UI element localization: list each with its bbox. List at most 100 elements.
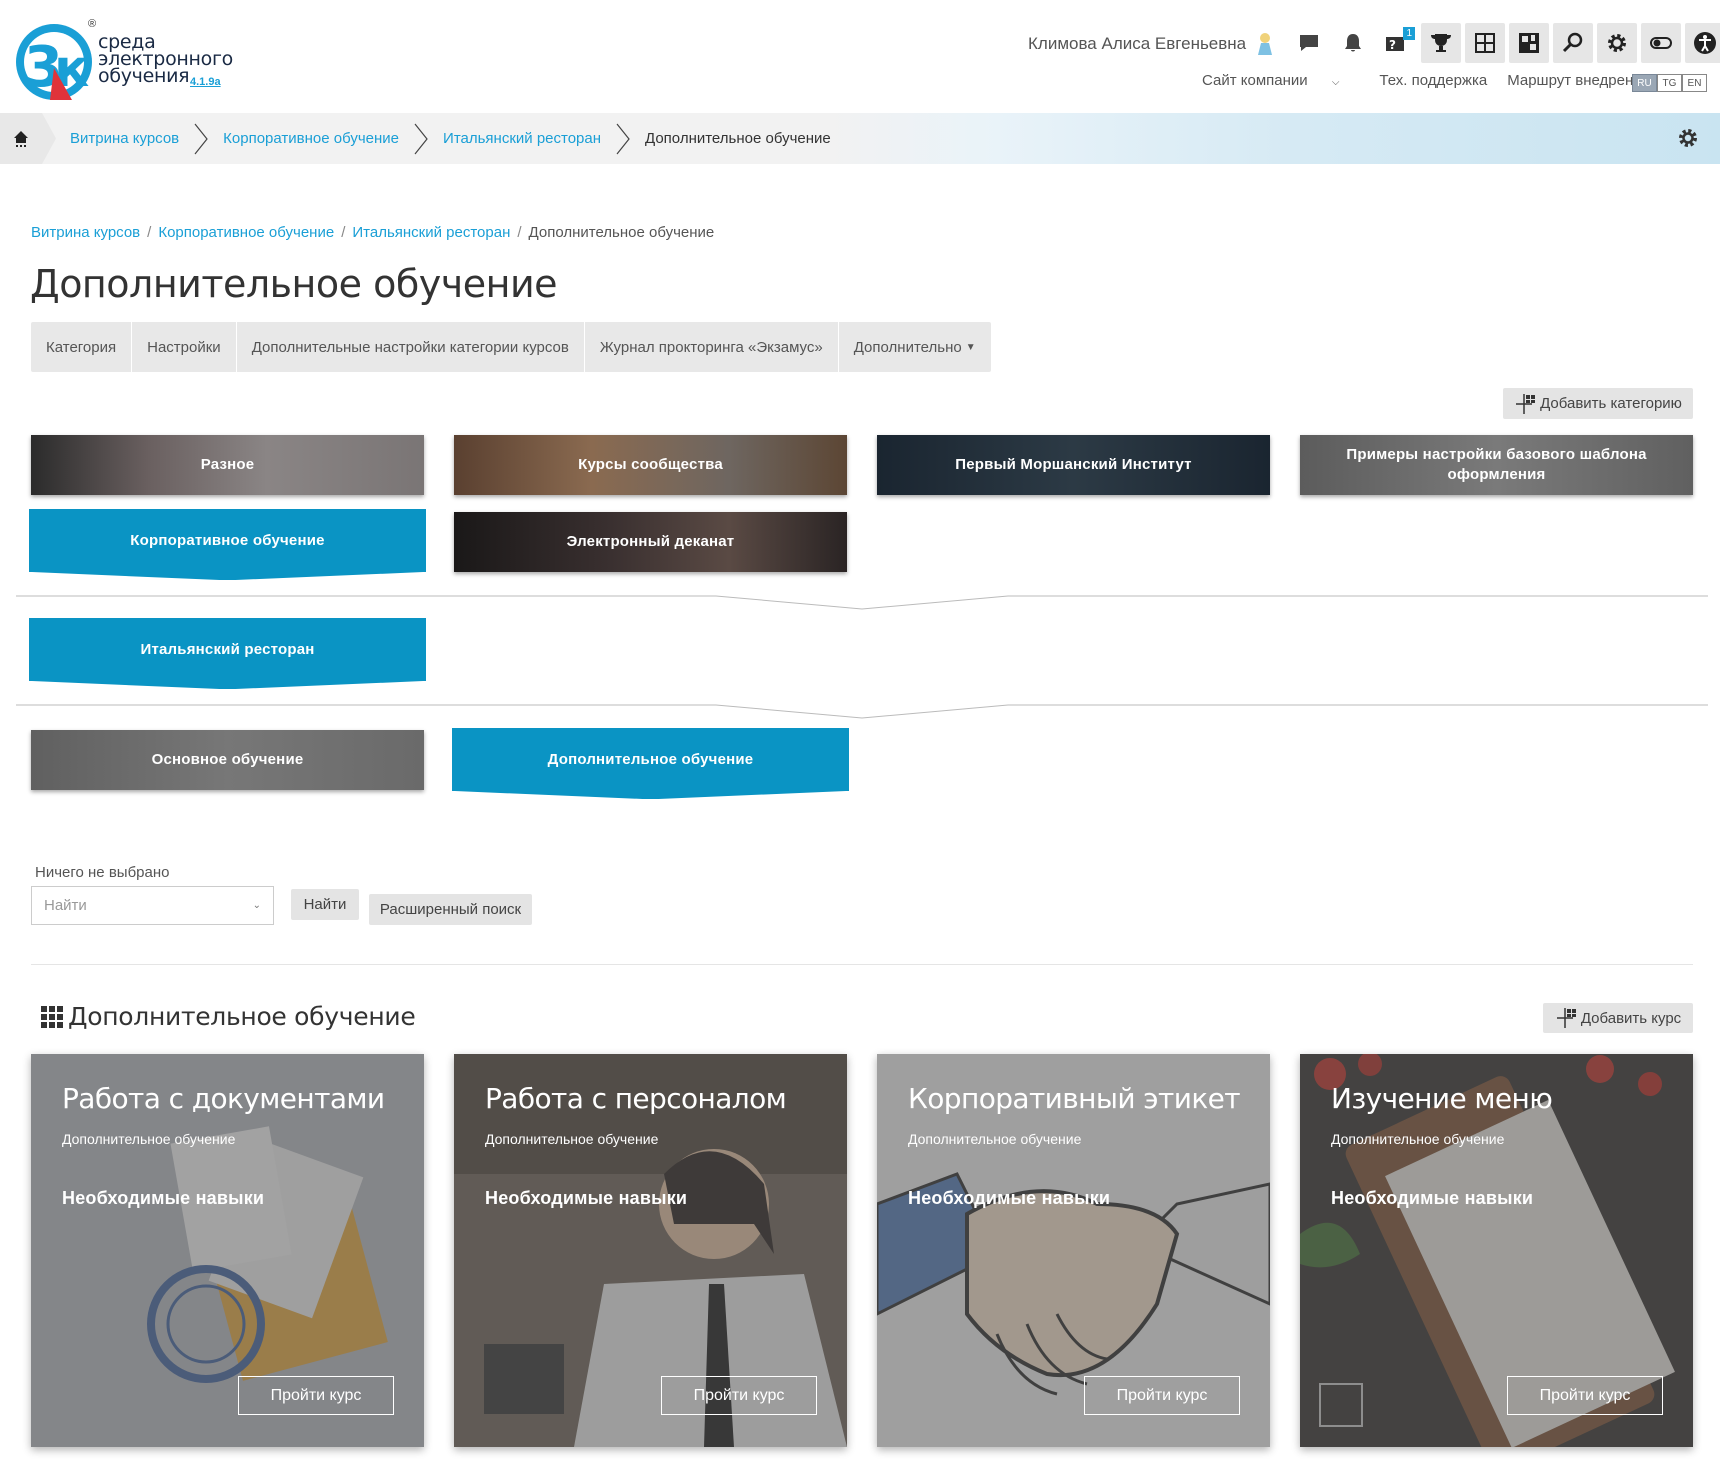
search-icon — [1562, 32, 1583, 53]
add-category-label: Добавить категорию — [1540, 395, 1682, 412]
category-tile-label: Дополнительное обучение — [547, 750, 754, 768]
course-card-documents[interactable]: Работа с документами Дополнительное обуч… — [31, 1054, 424, 1447]
course-skills: Необходимые навыки — [485, 1188, 688, 1208]
category-tile-community[interactable]: Курсы сообщества — [454, 435, 847, 495]
grid-icon — [1475, 33, 1495, 53]
category-tile-template-examples[interactable]: Примеры настройки базового шаблона оформ… — [1300, 435, 1693, 495]
breadcrumb-separator: / — [517, 224, 522, 241]
chat-icon — [1300, 35, 1318, 51]
search-input[interactable]: Найти ⌄ — [31, 886, 274, 925]
course-skills: Необходимые навыки — [62, 1188, 265, 1208]
start-course-button[interactable]: Пройти курс — [1507, 1376, 1663, 1415]
add-course-label: Добавить курс — [1580, 1009, 1682, 1027]
category-tile-label: Основное обучение — [151, 751, 304, 768]
gear-icon — [1608, 34, 1626, 52]
breadcrumb-separator: / — [147, 224, 152, 241]
add-course-button[interactable]: Добавить курс — [1543, 1003, 1693, 1033]
category-tile-additional-training[interactable]: Дополнительное обучение — [452, 728, 849, 791]
crumb-italian-restaurant[interactable]: Итальянский ресторан — [429, 130, 615, 147]
category-tile-basic-training[interactable]: Основное обучение — [31, 730, 424, 790]
course-category: Дополнительное обучение — [908, 1131, 1082, 1147]
advanced-search-button[interactable]: Расширенный поиск — [369, 894, 532, 925]
breadcrumb-arrow-shape — [42, 113, 56, 164]
logo[interactable]: 3 к ® среда электронного обучения 4.1.9a — [14, 18, 233, 104]
course-card-etiquette[interactable]: Корпоративный этикет Дополнительное обуч… — [877, 1054, 1270, 1447]
category-tile-label: Первый Моршанский Институт — [955, 456, 1192, 473]
accessibility-button[interactable] — [1685, 23, 1720, 63]
course-card-menu[interactable]: Изучение меню Дополнительное обучение Не… — [1300, 1054, 1693, 1447]
category-tile-italian-restaurant[interactable]: Итальянский ресторан — [29, 618, 426, 681]
category-tile-label: Итальянский ресторан — [140, 640, 315, 658]
find-button[interactable]: Найти — [291, 889, 359, 920]
add-course-icon — [1556, 1008, 1576, 1028]
chevron-down-icon: ▼ — [965, 341, 976, 353]
lang-en[interactable]: EN — [1682, 74, 1707, 92]
tab-extra-settings[interactable]: Дополнительные настройки категории курсо… — [237, 322, 585, 372]
breadcrumb-separator: / — [341, 224, 346, 241]
lang-tg[interactable]: TG — [1657, 74, 1682, 92]
category-tile-morshansk[interactable]: Первый Моршанский Институт — [877, 435, 1270, 495]
top-icon-bar: ? 1 — [1245, 22, 1720, 64]
logo-3k-icon: 3 к — [16, 24, 92, 100]
help-button[interactable]: ? 1 — [1377, 23, 1417, 63]
avatar[interactable] — [1245, 23, 1285, 63]
category-tile-dean-office[interactable]: Электронный деканат — [454, 512, 847, 572]
crumb-corporate[interactable]: Корпоративное обучение — [209, 130, 413, 147]
course-title: Корпоративный этикет — [908, 1082, 1241, 1115]
courses-button[interactable] — [1509, 23, 1549, 63]
theme-toggle[interactable] — [1641, 23, 1681, 63]
page-title: Дополнительное обучение — [30, 262, 558, 306]
category-tile-misc[interactable]: Разное — [31, 435, 424, 495]
logo-registered-mark: ® — [88, 18, 97, 30]
tab-more-label: Дополнительно — [853, 338, 962, 356]
achievements-button[interactable] — [1421, 23, 1461, 63]
tab-more[interactable]: Дополнительно ▼ — [839, 322, 991, 372]
company-site-label: Сайт компании — [1202, 72, 1308, 89]
top-links: Сайт компании ⌵ Тех. поддержка Маршрут в… — [1202, 72, 1670, 89]
chevron-right-icon — [194, 123, 208, 154]
tab-category[interactable]: Категория — [31, 322, 133, 372]
breadcrumb-link-showcase[interactable]: Витрина курсов — [31, 224, 140, 241]
trophy-icon — [1431, 34, 1451, 52]
header: 3 к ® среда электронного обучения 4.1.9a… — [0, 0, 1720, 113]
course-title: Изучение меню — [1331, 1082, 1553, 1115]
settings-button[interactable] — [1597, 23, 1637, 63]
logo-version[interactable]: 4.1.9a — [190, 76, 221, 88]
add-category-icon — [1516, 393, 1536, 414]
breadcrumb-link-italian[interactable]: Итальянский ресторан — [352, 224, 510, 241]
course-category: Дополнительное обучение — [62, 1131, 236, 1147]
support-link[interactable]: Тех. поддержка — [1379, 72, 1487, 89]
messages-button[interactable] — [1289, 23, 1329, 63]
breadcrumb-bar: Витрина курсов Корпоративное обучение Ит… — [0, 113, 1720, 164]
course-title: Работа с документами — [62, 1082, 385, 1115]
add-category-button[interactable]: Добавить категорию — [1503, 388, 1693, 419]
start-course-button[interactable]: Пройти курс — [1084, 1376, 1240, 1415]
search-button[interactable] — [1553, 23, 1593, 63]
start-course-button[interactable]: Пройти курс — [238, 1376, 394, 1415]
user-name[interactable]: Климова Алиса Евгеньевна — [1028, 34, 1246, 54]
category-level-divider — [16, 595, 1708, 610]
dashboard-button[interactable] — [1465, 23, 1505, 63]
roadmap-link[interactable]: Маршрут внедрения — [1507, 72, 1650, 89]
tab-proctoring-journal[interactable]: Журнал прокторинга «Экзамус» — [585, 322, 839, 372]
breadcrumb-link-corporate[interactable]: Корпоративное обучение — [158, 224, 334, 241]
category-level-divider — [16, 704, 1708, 719]
notifications-button[interactable] — [1333, 23, 1373, 63]
avatar-icon — [1258, 33, 1272, 55]
home-button[interactable] — [0, 113, 42, 164]
chevron-down-icon: ⌄ — [252, 900, 261, 911]
tab-settings[interactable]: Настройки — [132, 322, 237, 372]
category-tile-label: Примеры настройки базового шаблона оформ… — [1346, 446, 1647, 483]
lang-ru[interactable]: RU — [1632, 74, 1657, 92]
chevron-right-icon — [616, 123, 630, 154]
gear-icon[interactable] — [1676, 126, 1700, 150]
help-badge: 1 — [1403, 27, 1415, 40]
home-icon — [14, 130, 28, 147]
course-card-personnel[interactable]: Работа с персоналом Дополнительное обуче… — [454, 1054, 847, 1447]
course-skills: Необходимые навыки — [1331, 1188, 1534, 1208]
courses-section-title-text: Дополнительное обучение — [68, 1002, 416, 1031]
start-course-button[interactable]: Пройти курс — [661, 1376, 817, 1415]
company-site-link[interactable]: Сайт компании ⌵ — [1202, 72, 1359, 89]
category-tile-corporate[interactable]: Корпоративное обучение — [29, 509, 426, 572]
crumb-showcase[interactable]: Витрина курсов — [56, 130, 193, 147]
